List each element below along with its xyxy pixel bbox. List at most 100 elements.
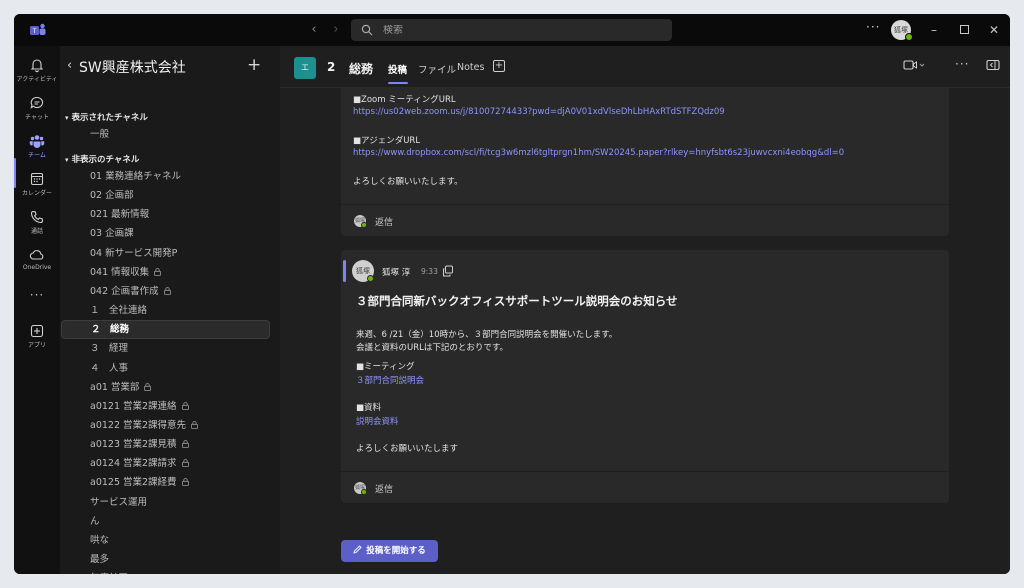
- channel-item[interactable]: 年度計画: [61, 569, 270, 574]
- hidden-lock-icon: [181, 401, 189, 410]
- channel-item[interactable]: a0121 営業2課連絡: [61, 397, 270, 416]
- channel-item[interactable]: 04 新サービス開発P: [61, 244, 270, 263]
- agenda-link[interactable]: https://www.dropbox.com/scl/fi/tcg3w6mzl…: [353, 148, 844, 158]
- channel-item[interactable]: ３ 経理: [61, 339, 270, 358]
- team-name[interactable]: SW興産株式会社: [79, 57, 186, 77]
- compose-icon: [353, 545, 362, 554]
- channel-item-label: 04 新サービス開発P: [90, 247, 178, 259]
- post-line: ■アジェンダURL: [353, 136, 421, 146]
- rail-apps[interactable]: アプリ: [14, 320, 60, 354]
- channel-item[interactable]: サービス運用: [61, 493, 270, 512]
- teams-window: T ‹ › ··· 狐塚 – ✕ アクティビティ チャット チーム カ: [14, 14, 1010, 574]
- rail-more-icon[interactable]: ···: [14, 288, 60, 302]
- add-app-icon: [30, 324, 44, 338]
- search-box[interactable]: [351, 19, 672, 41]
- channel-item[interactable]: a0123 営業2課見積: [61, 435, 270, 454]
- rail-chat[interactable]: チャット: [14, 92, 60, 126]
- app-rail: アクティビティ チャット チーム カレンダー 通話 OneDrive ··· ア…: [14, 46, 60, 574]
- channel-item-label: 041 情報収集: [90, 266, 150, 278]
- chevron-left-icon[interactable]: ‹: [67, 58, 72, 73]
- channel-item[interactable]: 一般: [61, 125, 270, 144]
- channel-item-label: a0122 営業2課得意先: [90, 419, 187, 431]
- channel-item-label: 01 業務連絡チャネル: [90, 171, 182, 182]
- video-call-icon[interactable]: [903, 59, 925, 74]
- channel-item[interactable]: a0124 営業2課請求: [61, 454, 270, 473]
- reply-button[interactable]: 狐塚 返信: [341, 471, 949, 503]
- post-subject: ３部門合同新バックオフィスサポートツール説明会のお知らせ: [356, 294, 678, 308]
- channel-item[interactable]: 01 業務連絡チャネル: [61, 167, 270, 186]
- reply-label: 返信: [375, 485, 394, 495]
- back-arrow-icon[interactable]: ‹: [306, 22, 322, 38]
- open-panel-icon[interactable]: [986, 59, 1000, 74]
- copy-link-icon[interactable]: [442, 265, 454, 277]
- rail-calendar[interactable]: カレンダー: [14, 168, 60, 202]
- tab-posts[interactable]: 投稿: [388, 62, 407, 76]
- chat-icon: [30, 96, 44, 109]
- channel-number: 2: [327, 60, 336, 74]
- channel-main: エ 2 総務 投稿 ファイル Notes + ··· ■Zoom ミーティングU…: [280, 46, 1010, 574]
- channel-item-active[interactable]: ２ 総務: [61, 320, 270, 340]
- maximize-icon[interactable]: [956, 22, 972, 38]
- post-card: ■Zoom ミーティングURL https://us02web.zoom.us/…: [341, 88, 949, 236]
- calendar-icon: [30, 172, 44, 186]
- rail-activity[interactable]: アクティビティ: [14, 54, 60, 88]
- hidden-lock-icon: [144, 382, 152, 391]
- title-bar: T ‹ › ··· 狐塚 – ✕: [14, 14, 1010, 46]
- channel-item[interactable]: ４ 人事: [61, 359, 270, 378]
- rail-onedrive[interactable]: OneDrive: [14, 244, 60, 278]
- post-line: よろしくお願いいたします: [356, 444, 459, 454]
- new-post-button[interactable]: 投稿を開始する: [341, 540, 438, 562]
- post-line: 来週、6 /21（金）10時から、３部門合同説明会を開催いたします。: [356, 330, 618, 340]
- hidden-lock-icon: [181, 478, 189, 487]
- tab-files[interactable]: ファイル: [418, 62, 456, 76]
- channel-item[interactable]: 03 企画課: [61, 224, 270, 243]
- channel-item[interactable]: 042 企画書作成: [61, 282, 270, 301]
- channel-item-label: ４ 人事: [90, 362, 129, 374]
- post-line: ■資料: [356, 403, 382, 413]
- bell-icon: [30, 59, 44, 73]
- reply-button[interactable]: 狐塚 返信: [341, 204, 949, 236]
- close-icon[interactable]: ✕: [986, 22, 1002, 38]
- rail-calls[interactable]: 通話: [14, 206, 60, 240]
- more-options-icon[interactable]: ···: [955, 57, 969, 71]
- channel-item-label: サービス運用: [90, 496, 148, 508]
- channel-item-label: a01 営業部: [90, 381, 140, 393]
- channel-item[interactable]: 041 情報収集: [61, 263, 270, 282]
- channel-item-label: a0121 営業2課連絡: [90, 400, 177, 412]
- minimize-icon[interactable]: –: [926, 22, 942, 38]
- forward-arrow-icon[interactable]: ›: [328, 22, 344, 38]
- reply-label: 返信: [375, 218, 394, 228]
- channel-item[interactable]: ん: [61, 512, 270, 531]
- channel-item-label: a0124 営業2課請求: [90, 458, 177, 470]
- rail-activity-label: アクティビティ: [16, 76, 58, 83]
- rail-teams[interactable]: チーム: [14, 130, 60, 164]
- cloud-icon: [29, 250, 44, 260]
- add-tab-icon[interactable]: +: [493, 60, 505, 72]
- section-hidden-channels[interactable]: ▾ 非表示のチャネル: [65, 153, 139, 165]
- section-hidden-label: 非表示のチャネル: [71, 155, 140, 165]
- author-name[interactable]: 狐塚 淳: [382, 266, 410, 278]
- search-input[interactable]: [383, 24, 633, 36]
- channel-item[interactable]: a01 営業部: [61, 378, 270, 397]
- add-channel-icon[interactable]: +: [247, 55, 261, 75]
- more-options-icon[interactable]: ···: [866, 20, 880, 34]
- channel-item[interactable]: 哄な: [61, 531, 270, 550]
- channel-item[interactable]: １ 全社連絡: [61, 301, 270, 320]
- meeting-link[interactable]: ３部門合同説明会: [356, 374, 424, 386]
- team-header: ‹ SW興産株式会社 +: [60, 46, 280, 88]
- section-shown-channels[interactable]: ▾ 表示されたチャネル: [65, 111, 148, 123]
- post-line: よろしくお願いいたします。: [353, 177, 463, 187]
- channel-item[interactable]: a0122 営業2課得意先: [61, 416, 270, 435]
- channel-item[interactable]: a0125 営業2課経費: [61, 473, 270, 492]
- channel-item[interactable]: 021 最新情報: [61, 205, 270, 224]
- tab-notes[interactable]: Notes: [457, 62, 484, 73]
- channel-item-label: 042 企画書作成: [90, 285, 159, 297]
- channel-item-label: 021 最新情報: [90, 209, 150, 221]
- materials-link[interactable]: 説明会資料: [356, 415, 399, 427]
- zoom-meeting-link[interactable]: https://us02web.zoom.us/j/81007274433?pw…: [353, 107, 725, 117]
- channel-item-label: 03 企画課: [90, 228, 134, 240]
- channel-item[interactable]: 02 企画部: [61, 186, 270, 205]
- caret-down-icon: ▾: [65, 156, 69, 164]
- channel-item-label: 哄な: [90, 534, 110, 546]
- channel-item[interactable]: 最多: [61, 550, 270, 569]
